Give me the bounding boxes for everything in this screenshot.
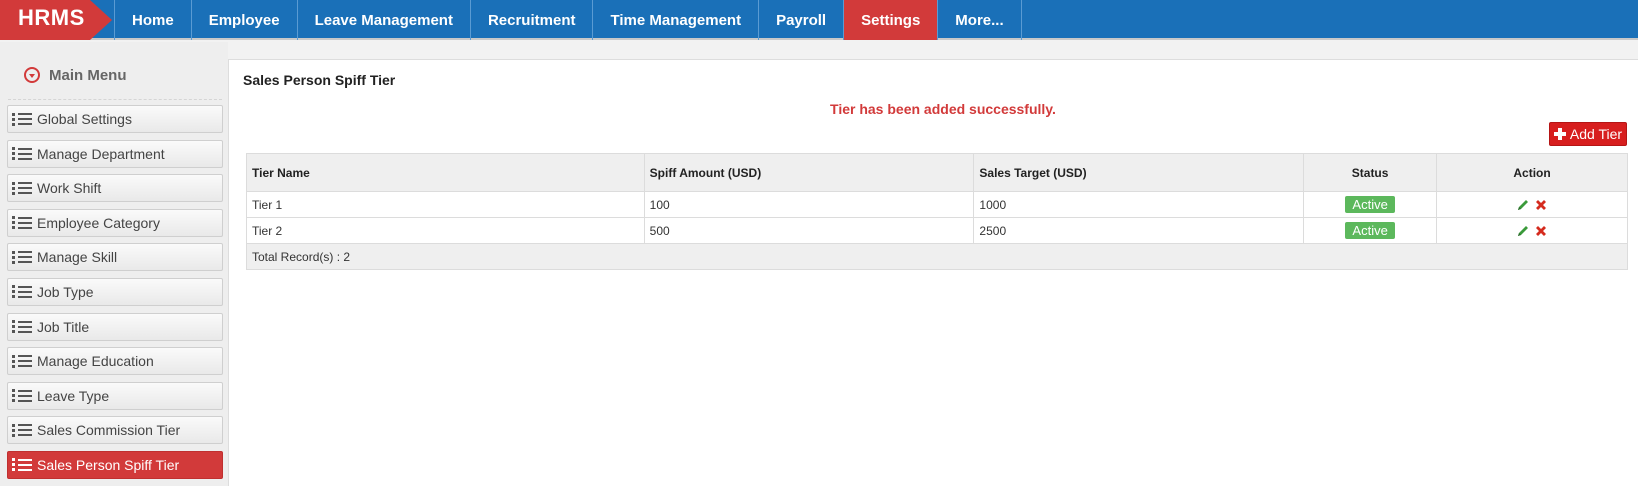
table-header-row: Tier Name Spiff Amount (USD) Sales Targe… xyxy=(246,153,1628,192)
sidebar-item-label: Employee Category xyxy=(37,214,160,231)
edit-pencil-icon[interactable] xyxy=(1516,224,1530,238)
logo-text: HRMS xyxy=(18,5,85,30)
list-icon xyxy=(12,181,32,195)
nav-employee[interactable]: Employee xyxy=(190,0,297,40)
list-icon xyxy=(12,458,32,472)
action-cell xyxy=(1436,217,1628,244)
success-message: Tier has been added successfully. xyxy=(830,101,1056,117)
sidebar-item-job-type[interactable]: Job Type xyxy=(7,277,223,306)
main-nav: Home Employee Leave Management Recruitment T… xyxy=(114,0,1022,40)
add-tier-label: Add Tier xyxy=(1569,126,1623,142)
edit-pencil-icon[interactable] xyxy=(1516,198,1530,212)
status-cell: Active xyxy=(1303,191,1438,218)
nav-payroll[interactable]: Payroll xyxy=(758,0,843,40)
nav-more[interactable]: More... xyxy=(937,0,1022,40)
sidebar-item-label: Global Settings xyxy=(37,111,132,127)
menu-divider xyxy=(8,99,222,100)
sidebar-menu: Global Settings Manage Department Work Shi… xyxy=(7,105,223,486)
sidebar-item-manage-education[interactable]: Manage Education xyxy=(7,347,223,376)
sidebar-item-label: Job Type xyxy=(37,283,94,300)
sidebar-item-leave-type[interactable]: Leave Type xyxy=(7,381,223,410)
action-cell xyxy=(1436,191,1628,218)
list-icon xyxy=(12,354,32,368)
sidebar-item-label: Work Shift xyxy=(37,180,102,197)
sales-target-cell: 2500 xyxy=(973,217,1305,244)
column-header-status[interactable]: Status xyxy=(1303,153,1438,192)
table-body: Tier 1 100 1000 Active Tier 2 500 2500 Active xyxy=(246,191,1628,244)
column-header-tier-name[interactable]: Tier Name xyxy=(246,153,645,192)
sales-target-cell: 1000 xyxy=(973,191,1305,218)
sidebar-item-label: Leave Type xyxy=(37,387,110,404)
nav-time-management[interactable]: Time Management xyxy=(592,0,758,40)
nav-home[interactable]: Home xyxy=(114,0,191,40)
sidebar-item-job-title[interactable]: Job Title xyxy=(7,312,223,341)
delete-x-icon[interactable] xyxy=(1534,224,1548,238)
hrms-logo[interactable]: HRMS xyxy=(0,0,116,40)
sidebar-item-manage-skill[interactable]: Manage Skill xyxy=(7,243,223,272)
status-badge[interactable]: Active xyxy=(1345,196,1395,213)
nav-settings[interactable]: Settings xyxy=(843,0,938,40)
main-menu-label: Main Menu xyxy=(49,66,127,84)
chevron-down-circle-icon xyxy=(24,67,40,83)
sidebar: Main Menu Global Settings Manage Departme… xyxy=(0,42,228,486)
add-tier-button[interactable]: Add Tier xyxy=(1549,122,1627,146)
column-header-spiff-amount[interactable]: Spiff Amount (USD) xyxy=(643,153,975,192)
nav-recruitment[interactable]: Recruitment xyxy=(469,0,593,40)
tier-name-cell: Tier 1 xyxy=(246,191,645,218)
sidebar-item-label: Manage Education xyxy=(37,353,154,370)
sidebar-item-label: Sales Person Spiff Tier xyxy=(37,456,180,473)
main-menu-toggle[interactable]: Main Menu xyxy=(24,66,127,84)
status-cell: Active xyxy=(1303,217,1438,244)
list-icon xyxy=(12,112,32,126)
total-records: Total Record(s) : 2 xyxy=(246,243,1628,270)
column-header-sales-target[interactable]: Sales Target (USD) xyxy=(973,153,1305,192)
table-row: Tier 2 500 2500 Active xyxy=(246,217,1628,244)
list-icon xyxy=(12,423,32,437)
spiff-amount-cell: 500 xyxy=(643,217,975,244)
sidebar-item-label: Job Title xyxy=(37,318,90,335)
table-row: Tier 1 100 1000 Active xyxy=(246,191,1628,218)
list-icon xyxy=(12,250,32,264)
list-icon xyxy=(12,216,32,230)
column-header-action: Action xyxy=(1436,153,1628,192)
list-icon xyxy=(12,285,32,299)
delete-x-icon[interactable] xyxy=(1534,198,1548,212)
sidebar-item-work-shift[interactable]: Work Shift xyxy=(7,174,223,203)
tier-table: Tier Name Spiff Amount (USD) Sales Targe… xyxy=(246,153,1628,270)
nav-leave-management[interactable]: Leave Management xyxy=(296,0,470,40)
sidebar-item-employee-category[interactable]: Employee Category xyxy=(7,208,223,237)
tier-name-cell: Tier 2 xyxy=(246,217,645,244)
list-icon xyxy=(12,147,32,161)
list-icon xyxy=(12,389,32,403)
sidebar-item-sales-person-spiff-tier[interactable]: Sales Person Spiff Tier xyxy=(7,450,223,479)
spiff-amount-cell: 100 xyxy=(643,191,975,218)
top-navigation-bar: HRMS Home Employee Leave Management Recruit… xyxy=(0,0,1638,40)
sidebar-item-label: Sales Commission Tier xyxy=(37,422,181,439)
page-title: Sales Person Spiff Tier xyxy=(243,72,396,88)
sidebar-item-manage-department[interactable]: Manage Department xyxy=(7,139,223,168)
main-panel: Sales Person Spiff Tier Tier has been ad… xyxy=(228,59,1638,486)
table-footer-row: Total Record(s) : 2 xyxy=(246,243,1628,270)
sidebar-item-global-settings[interactable]: Global Settings xyxy=(7,105,223,133)
list-icon xyxy=(12,320,32,334)
sidebar-item-label: Manage Department xyxy=(37,145,165,162)
status-badge[interactable]: Active xyxy=(1345,222,1395,239)
plus-icon xyxy=(1553,128,1566,140)
sidebar-item-sales-commission-tier[interactable]: Sales Commission Tier xyxy=(7,416,223,445)
sidebar-item-label: Manage Skill xyxy=(37,249,118,266)
